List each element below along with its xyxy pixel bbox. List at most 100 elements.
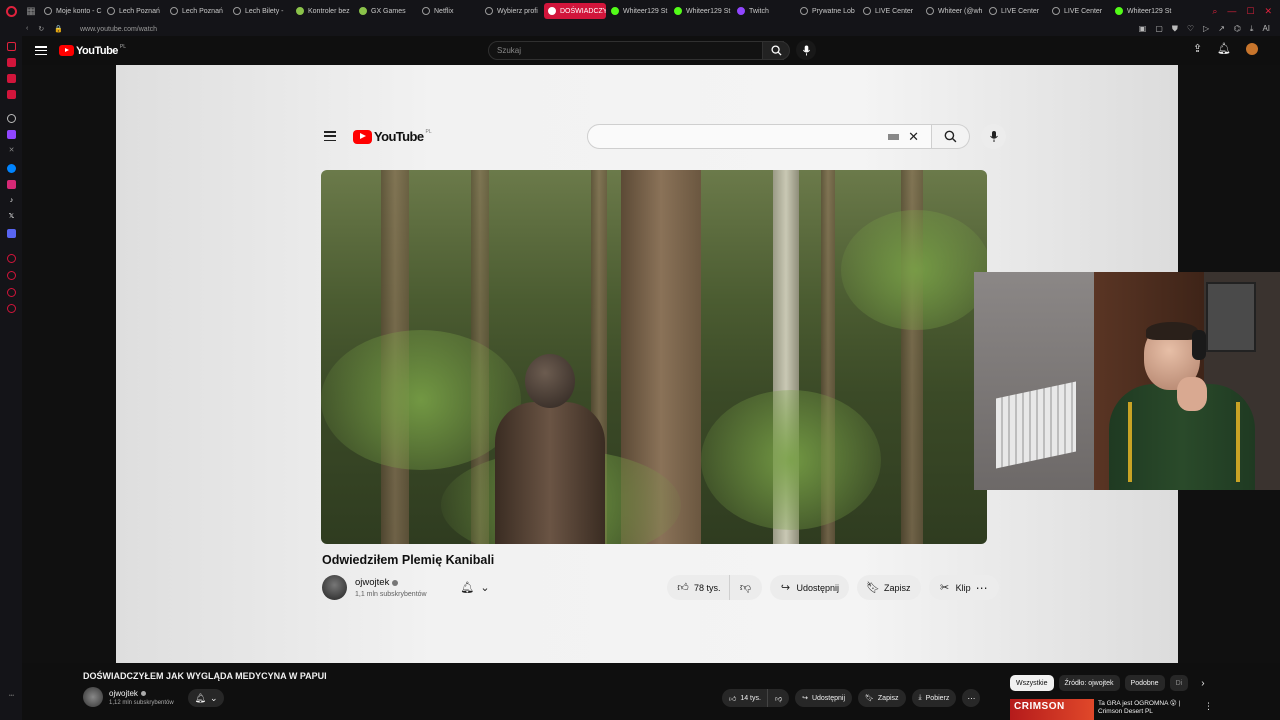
extension-icon[interactable]: ▢ [1155, 24, 1163, 34]
sidebar-messenger-icon[interactable] [7, 164, 16, 173]
share-button[interactable]: ↪ Udostępnij [795, 689, 853, 707]
shelf [1206, 282, 1256, 352]
share-icon: ↪ [802, 695, 808, 702]
voice-search-button[interactable] [796, 40, 816, 60]
sidebar-clock-icon[interactable] [7, 271, 16, 280]
menu-icon[interactable] [35, 46, 47, 55]
filter-chip[interactable]: Wszystkie [1010, 675, 1054, 691]
search-tabs-icon[interactable]: ⌕ [1212, 6, 1217, 17]
ai-button[interactable]: AI [1262, 24, 1270, 34]
tab-label: Whiteer129 St [686, 7, 731, 15]
browser-tab[interactable]: Twitch [733, 3, 795, 19]
tab-menu-icon[interactable]: ▦ [22, 0, 40, 22]
browser-tab[interactable]: LIVE Center [1048, 3, 1110, 19]
tab-label: Prywatne Lob [812, 7, 855, 15]
browser-tab[interactable]: GX Games [355, 3, 417, 19]
dislike-button[interactable]: 👎︎ [766, 689, 790, 707]
save-button[interactable]: 🔖︎ Zapisz [858, 689, 906, 707]
sidebar-twitch-icon[interactable] [7, 130, 16, 139]
subscribe-notifications-button[interactable]: 🔔︎ ⌄ [188, 689, 224, 707]
sidebar-gx-corner-icon[interactable] [7, 42, 16, 51]
filter-chip[interactable]: Podobne [1124, 675, 1165, 691]
tab-favicon-icon [422, 7, 430, 15]
chips-next-chevron-icon[interactable]: › [1201, 678, 1204, 689]
shield-icon[interactable]: ⛊ [1172, 24, 1178, 34]
maximize-icon[interactable]: ☐ [1246, 6, 1254, 17]
minimize-icon[interactable]: — [1227, 6, 1236, 17]
sidebar-x-twitter-icon[interactable]: 𝕏 [7, 212, 16, 221]
inner-thumbs-up-icon: 👍︎ [677, 582, 689, 594]
inner-clear-icon: ✕ [908, 129, 919, 144]
browser-tab[interactable]: Whiteer129 St [1111, 3, 1173, 19]
browser-tab[interactable]: DOŚWIADCZYŁEM J [544, 3, 606, 19]
browser-tab[interactable]: Moje konto - C [40, 3, 102, 19]
notifications-bell-icon[interactable]: 🔔︎ [1217, 42, 1231, 55]
browser-tab[interactable]: Whiteer129 St [607, 3, 669, 19]
sidebar-discord-icon[interactable] [7, 229, 16, 238]
browser-tab[interactable]: Whiteer129 St [670, 3, 732, 19]
browser-tab[interactable]: LIVE Center [985, 3, 1047, 19]
tab-favicon-icon [485, 7, 493, 15]
search-button[interactable] [762, 41, 790, 60]
sidebar-news-icon[interactable] [7, 90, 16, 99]
account-avatar[interactable] [1246, 42, 1258, 55]
inner-country-code: PL [425, 128, 432, 135]
browser-tab[interactable]: Whiteer (@wh [922, 3, 984, 19]
browser-tab[interactable]: Netflix [418, 3, 480, 19]
tab-label: GX Games [371, 7, 406, 15]
browser-tab[interactable]: Prywatne Lob [796, 3, 858, 19]
more-actions-button[interactable]: ⋯ [962, 689, 981, 707]
player-icon[interactable]: ▷ [1203, 24, 1209, 34]
browser-tab[interactable]: Kontroler bez [292, 3, 354, 19]
browser-tab[interactable]: Lech Bilety - [229, 3, 291, 19]
reload-icon[interactable]: ↻ [38, 25, 44, 33]
browser-tab[interactable]: Lech Poznań [166, 3, 228, 19]
inner-share-icon: ↪ [780, 582, 791, 594]
browser-tab[interactable]: LIVE Center [859, 3, 921, 19]
download-icon[interactable]: ⤓ [1250, 24, 1254, 34]
sidebar-player-icon[interactable] [7, 74, 16, 83]
search-input[interactable]: Szukaj [488, 41, 784, 60]
snapshot-icon[interactable]: ⌬ [1234, 24, 1241, 34]
tab-label: Whiteer129 St [623, 7, 668, 15]
flow-icon[interactable]: ↗ [1218, 24, 1225, 34]
recommended-video[interactable]: CRIMSON Ta GRA jest OGROMNA 😮 | Crimson … [1010, 699, 1230, 720]
tab-label: Moje konto - C [56, 7, 102, 15]
back-icon[interactable]: ‹ [26, 25, 28, 33]
browser-tab[interactable]: Lech Poznań [103, 3, 165, 19]
sidebar-download-icon[interactable] [7, 288, 16, 297]
sidebar-gx-control-icon[interactable] [7, 58, 16, 67]
channel-avatar[interactable] [83, 687, 103, 707]
like-button[interactable]: 👍︎ 14 tys. [722, 689, 767, 707]
channel-name[interactable]: ojwojtek [109, 689, 146, 698]
upload-icon[interactable]: ⇪ [1193, 42, 1202, 55]
filter-chip[interactable]: Di [1169, 675, 1189, 691]
url-field[interactable]: www.youtube.com/watch [80, 26, 1139, 33]
sidebar-chatgpt-icon[interactable] [7, 114, 16, 123]
bookmark-heart-icon[interactable]: ♡ [1187, 24, 1194, 34]
inner-channel-name: ojwojtek [355, 577, 399, 588]
inner-search-button [932, 124, 970, 149]
opera-gx-logo-icon[interactable] [0, 0, 22, 22]
close-window-icon[interactable]: ✕ [1264, 6, 1272, 17]
screenshot-icon[interactable]: ▣ [1139, 24, 1147, 34]
sidebar-instagram-icon[interactable] [7, 180, 16, 189]
inner-microphone-icon [989, 131, 998, 142]
sidebar-history-icon[interactable] [7, 254, 16, 263]
inner-subscriber-count: 1,1 mln subskrybentów [355, 591, 427, 598]
download-arrow-icon: ⤓ [918, 694, 922, 701]
browser-tab[interactable]: Wybierz profi [481, 3, 543, 19]
sidebar-settings-icon[interactable] [7, 304, 16, 313]
download-button[interactable]: ⤓ Pobierz [911, 689, 957, 707]
sidebar-more-icon[interactable]: ••• [7, 692, 16, 701]
site-info-icon[interactable]: 🔒 [54, 25, 63, 33]
sidebar-tiktok-icon[interactable]: ♪ [7, 196, 16, 205]
tab-favicon-icon [611, 7, 619, 15]
inner-thumbs-down-icon: 👎︎ [739, 582, 752, 594]
youtube-logo[interactable]: YouTube PL [59, 44, 126, 57]
recommended-title[interactable]: Ta GRA jest OGROMNA 😮 | [1098, 700, 1180, 708]
filter-chip[interactable]: Źródło: ojwojtek [1058, 675, 1120, 691]
recommended-more-icon[interactable]: ⋮ [1204, 701, 1213, 712]
sidebar-x-icon[interactable]: ✕ [7, 146, 16, 155]
recommended-thumbnail[interactable]: CRIMSON [1010, 699, 1094, 720]
